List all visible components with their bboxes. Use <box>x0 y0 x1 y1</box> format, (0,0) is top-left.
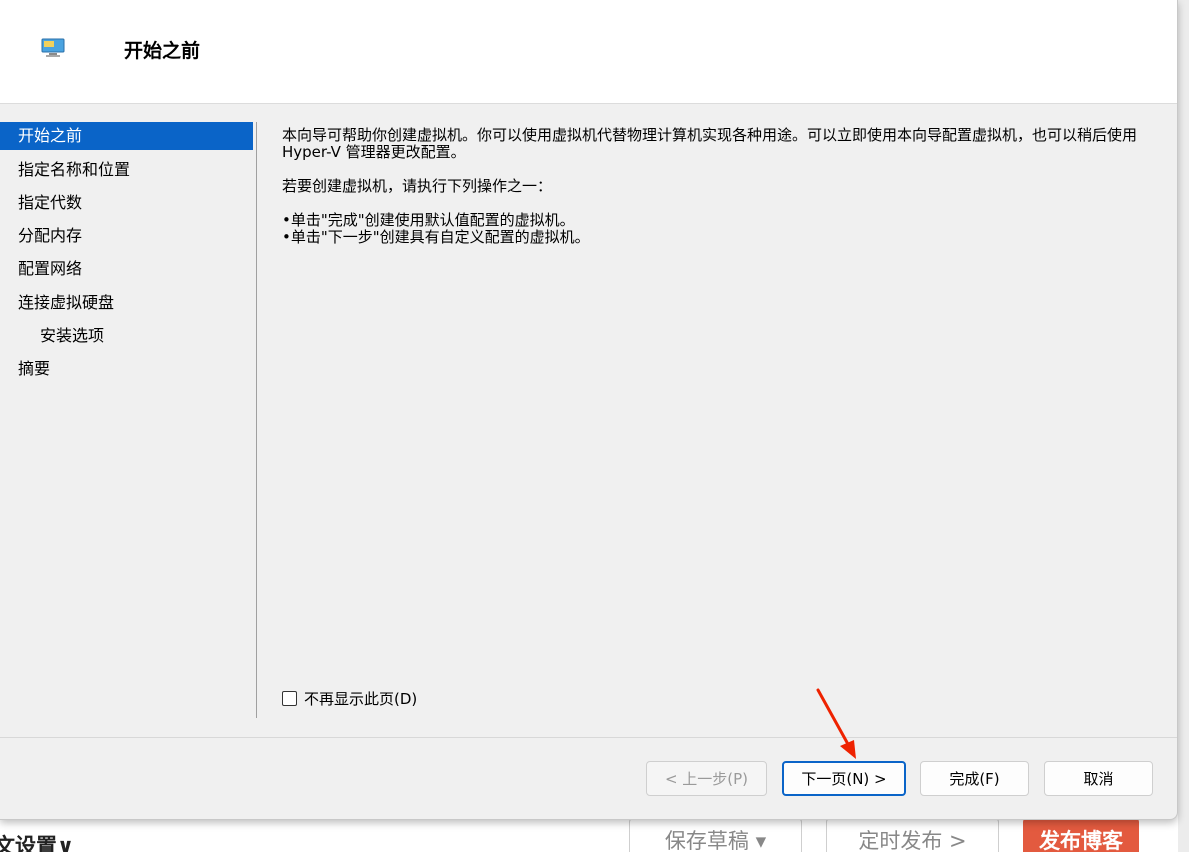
option-list: •单击"完成"创建使用默认值配置的虚拟机。 •单击"下一步"创建具有自定义配置的… <box>282 212 1152 246</box>
dont-show-again-label: 不再显示此页(D) <box>304 690 418 708</box>
publish-blog-button[interactable]: 发布博客 <box>1023 818 1139 852</box>
virtual-machine-icon <box>41 38 65 57</box>
background-settings-label[interactable]: 文设置∨ <box>0 830 74 852</box>
previous-button[interactable]: < 上一步(P) <box>646 761 767 796</box>
nav-step-generation[interactable]: 指定代数 <box>0 189 253 217</box>
nav-divider <box>256 122 257 718</box>
footer-divider <box>0 737 1177 738</box>
schedule-publish-button[interactable]: 定时发布 > <box>826 818 999 852</box>
save-draft-button[interactable]: 保存草稿 ▾ <box>629 818 802 852</box>
option-finish-text: •单击"完成"创建使用默认值配置的虚拟机。 <box>282 211 575 229</box>
page-title: 开始之前 <box>124 40 201 62</box>
instruction-text: 若要创建虚拟机，请执行下列操作之一： <box>282 177 553 195</box>
next-button[interactable]: 下一页(N) > <box>782 761 906 796</box>
finish-button[interactable]: 完成(F) <box>920 761 1029 796</box>
option-next-text: •单击"下一步"创建具有自定义配置的虚拟机。 <box>282 228 590 246</box>
intro-text: 本向导可帮助你创建虚拟机。你可以使用虚拟机代替物理计算机实现各种用途。可以立即使… <box>282 126 1138 161</box>
wizard-header: 开始之前 <box>0 0 1177 104</box>
nav-step-network[interactable]: 配置网络 <box>0 255 253 283</box>
new-vm-wizard-dialog: 开始之前 开始之前 指定名称和位置 指定代数 分配内存 配置网络 连接虚拟硬盘 … <box>0 0 1178 820</box>
nav-step-before-you-begin[interactable]: 开始之前 <box>0 122 253 150</box>
dont-show-again-checkbox[interactable] <box>282 691 297 706</box>
cancel-button[interactable]: 取消 <box>1044 761 1153 796</box>
wizard-content: 本向导可帮助你创建虚拟机。你可以使用虚拟机代替物理计算机实现各种用途。可以立即使… <box>282 127 1152 246</box>
annotation-arrow-icon <box>816 688 856 759</box>
nav-step-memory[interactable]: 分配内存 <box>0 222 253 250</box>
nav-step-summary[interactable]: 摘要 <box>0 355 253 383</box>
nav-step-name-location[interactable]: 指定名称和位置 <box>0 156 253 184</box>
nav-step-virtual-disk[interactable]: 连接虚拟硬盘 <box>0 289 253 317</box>
dont-show-again-row[interactable]: 不再显示此页(D) <box>282 688 417 709</box>
background-scroll-strip <box>1178 0 1189 852</box>
nav-step-install-options[interactable]: 安装选项 <box>0 322 253 350</box>
